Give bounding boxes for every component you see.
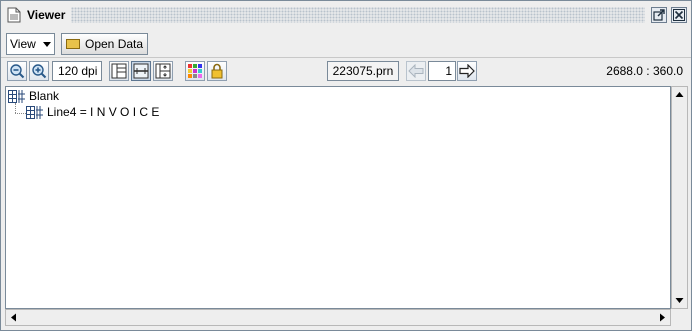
tree-node-child[interactable]: Line4 = I N V O I C E	[26, 105, 159, 119]
row-guides-icon	[133, 63, 149, 79]
tree-connector-horizontal	[15, 113, 26, 114]
tree-connector-vertical	[15, 103, 16, 113]
title-grip	[71, 7, 645, 23]
dpi-value: 120 dpi	[58, 64, 98, 78]
undock-icon	[653, 9, 665, 21]
zoom-out-icon	[10, 64, 25, 79]
lock-button[interactable]	[207, 61, 227, 81]
next-page-button[interactable]	[457, 61, 477, 81]
view-combo[interactable]: View	[6, 33, 55, 55]
file-name-field: 223075.prn	[327, 61, 399, 81]
tree-node-root[interactable]: Blank	[8, 89, 59, 103]
window-title: Viewer	[27, 8, 66, 22]
column-guides-button[interactable]	[109, 61, 129, 81]
arrow-right-icon	[459, 64, 475, 78]
prev-page-button[interactable]	[406, 61, 426, 81]
tree-node-root-label: Blank	[29, 89, 60, 103]
grid-fit-button[interactable]	[153, 61, 173, 81]
scroll-right-icon[interactable]	[655, 310, 669, 325]
folder-icon	[66, 39, 80, 49]
view-combo-value: View	[10, 37, 36, 51]
column-guides-icon	[111, 63, 127, 79]
toolbar-viewer: 120 dpi 223075.prn 1 2688.0: 360.0	[1, 59, 691, 85]
dpi-field[interactable]: 120 dpi	[52, 61, 102, 81]
vertical-scrollbar[interactable]	[671, 86, 688, 309]
color-palette-button[interactable]	[185, 61, 205, 81]
viewer-window: Viewer View Open Data 120 dpi 223075.prn…	[0, 0, 692, 331]
tree-view[interactable]: Blank Line4 = I N V O I C E	[5, 86, 671, 309]
horizontal-scrollbar[interactable]	[5, 309, 671, 326]
table-node-icon	[8, 89, 26, 103]
title-bar[interactable]: Viewer	[1, 1, 691, 29]
scroll-down-icon[interactable]	[672, 293, 687, 307]
grid-fit-icon	[155, 63, 171, 79]
zoom-out-button[interactable]	[7, 61, 27, 81]
close-icon	[673, 9, 685, 21]
lock-icon	[211, 63, 223, 79]
zoom-in-button[interactable]	[29, 61, 49, 81]
scrollbar-corner	[671, 309, 688, 326]
toolbar-divider	[1, 57, 691, 58]
page-number: 1	[445, 64, 452, 78]
color-grid-icon	[188, 64, 202, 78]
file-name: 223075.prn	[332, 64, 394, 78]
close-button[interactable]	[671, 7, 687, 23]
position-readout: 2688.0 : 360.0	[606, 64, 683, 78]
tree-node-child-label: Line4 = I N V O I C E	[47, 105, 160, 119]
scroll-up-icon[interactable]	[672, 88, 687, 102]
chevron-down-icon	[43, 41, 51, 47]
scroll-left-icon[interactable]	[7, 310, 21, 325]
undock-button[interactable]	[651, 7, 667, 23]
open-data-button[interactable]: Open Data	[61, 33, 149, 55]
open-data-label: Open Data	[85, 37, 144, 51]
arrow-left-icon	[408, 64, 424, 78]
page-number-field[interactable]: 1	[428, 61, 456, 81]
document-icon	[7, 7, 21, 23]
toolbar-top: View Open Data	[1, 31, 691, 57]
row-guides-button[interactable]	[131, 61, 151, 81]
zoom-in-icon	[32, 64, 47, 79]
table-node-icon	[26, 105, 44, 119]
